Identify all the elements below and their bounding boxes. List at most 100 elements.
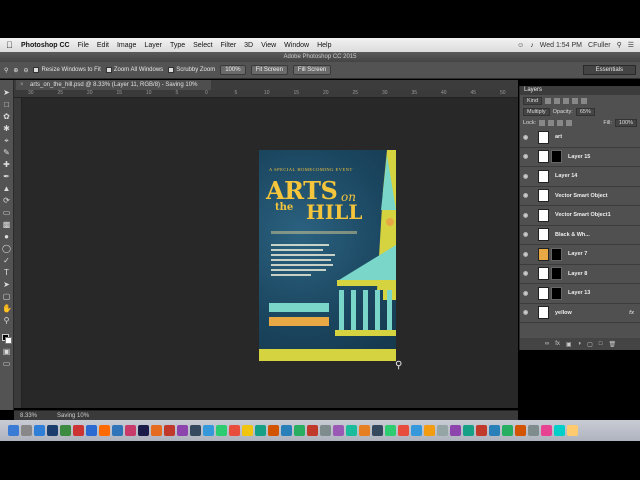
workspace-switcher[interactable]: Essentials bbox=[582, 65, 636, 75]
layer-name[interactable]: Layer 8 bbox=[568, 271, 587, 277]
layer-name[interactable]: Layer 14 bbox=[555, 173, 577, 179]
visibility-eye-icon[interactable]: ◉ bbox=[523, 134, 532, 141]
layer-name[interactable]: Vector Smart Object bbox=[555, 193, 608, 199]
lock-transparency-icon[interactable] bbox=[539, 119, 546, 126]
layer-thumbnail[interactable] bbox=[538, 208, 549, 222]
menu-image[interactable]: Image bbox=[117, 42, 136, 49]
dock-app-icon[interactable] bbox=[541, 425, 552, 436]
dock-app-icon[interactable] bbox=[242, 425, 253, 436]
apple-icon[interactable]:  bbox=[6, 40, 15, 50]
lock-pixels-icon[interactable] bbox=[548, 119, 555, 126]
dock-app-icon[interactable] bbox=[229, 425, 240, 436]
dock-app-icon[interactable] bbox=[86, 425, 97, 436]
menu-3d[interactable]: 3D bbox=[244, 42, 253, 49]
move-tool-icon[interactable]: ➤ bbox=[2, 88, 11, 97]
dock-app-icon[interactable] bbox=[60, 425, 71, 436]
layer-name[interactable]: Layer 7 bbox=[568, 251, 587, 257]
dock-app-icon[interactable] bbox=[255, 425, 266, 436]
visibility-eye-icon[interactable]: ◉ bbox=[523, 270, 532, 277]
background-color[interactable] bbox=[4, 337, 12, 344]
dock-app-icon[interactable] bbox=[99, 425, 110, 436]
search-icon[interactable]: ⚲ bbox=[617, 41, 622, 49]
dock-app-icon[interactable] bbox=[554, 425, 565, 436]
visibility-eye-icon[interactable]: ◉ bbox=[523, 309, 532, 316]
visibility-eye-icon[interactable]: ◉ bbox=[523, 153, 532, 160]
fill-input[interactable]: 100% bbox=[614, 118, 637, 127]
close-icon[interactable]: × bbox=[20, 80, 24, 90]
layer-row[interactable]: ◉ art bbox=[520, 128, 640, 148]
dock-app-icon[interactable] bbox=[476, 425, 487, 436]
healing-tool-icon[interactable]: ✚ bbox=[2, 160, 11, 169]
dock-app-icon[interactable] bbox=[424, 425, 435, 436]
dock-app-icon[interactable] bbox=[216, 425, 227, 436]
dock-app-icon[interactable] bbox=[528, 425, 539, 436]
dock-app-icon[interactable] bbox=[8, 425, 19, 436]
dock-app-icon[interactable] bbox=[411, 425, 422, 436]
zoom-level[interactable]: 8.33% bbox=[20, 413, 37, 419]
menu-file[interactable]: File bbox=[78, 42, 89, 49]
smart-filter-icon[interactable] bbox=[581, 97, 588, 104]
quick-select-tool-icon[interactable]: ✱ bbox=[2, 124, 11, 133]
marquee-tool-icon[interactable]: □ bbox=[2, 100, 11, 109]
eraser-tool-icon[interactable]: ▭ bbox=[2, 208, 11, 217]
layer-row[interactable]: ◉ Layer 15 bbox=[520, 148, 640, 167]
zoom-tool-panel-icon[interactable]: ⚲ bbox=[2, 316, 11, 325]
dock-app-icon[interactable] bbox=[437, 425, 448, 436]
layer-effects-icon[interactable]: fx bbox=[629, 310, 634, 316]
quick-mask-icon[interactable]: ▣ bbox=[2, 347, 11, 356]
dock-app-icon[interactable] bbox=[307, 425, 318, 436]
adjustment-filter-icon[interactable] bbox=[554, 97, 561, 104]
layer-name[interactable]: Layer 13 bbox=[568, 290, 590, 296]
resize-windows-checkbox[interactable]: Resize Windows to Fit bbox=[33, 67, 101, 73]
lock-position-icon[interactable] bbox=[557, 119, 564, 126]
layer-thumbnail[interactable] bbox=[538, 247, 549, 261]
fit-screen-button[interactable]: Fit Screen bbox=[250, 65, 288, 75]
color-swatches[interactable] bbox=[1, 334, 12, 344]
dock-app-icon[interactable] bbox=[203, 425, 214, 436]
app-name-menu[interactable]: Photoshop CC bbox=[21, 42, 70, 49]
dock-app-icon[interactable] bbox=[125, 425, 136, 436]
layer-row[interactable]: ◉ Layer 14 bbox=[520, 167, 640, 187]
layer-name[interactable]: yellow bbox=[555, 310, 572, 316]
layer-row[interactable]: ◉ Black & Wh... bbox=[520, 226, 640, 245]
layers-panel-title[interactable]: Layers bbox=[520, 86, 640, 95]
blend-mode-select[interactable]: Multiply bbox=[523, 107, 550, 116]
layer-mask-thumbnail[interactable] bbox=[551, 247, 562, 261]
layer-name[interactable]: Layer 15 bbox=[568, 154, 590, 160]
layer-row[interactable]: ◉ Layer 7 bbox=[520, 245, 640, 265]
dock-app-icon[interactable] bbox=[372, 425, 383, 436]
menu-window[interactable]: Window bbox=[284, 42, 309, 49]
dock-app-icon[interactable] bbox=[463, 425, 474, 436]
list-icon[interactable]: ☰ bbox=[628, 41, 634, 49]
dock-app-icon[interactable] bbox=[502, 425, 513, 436]
brush-tool-icon[interactable]: ✒ bbox=[2, 172, 11, 181]
layer-style-icon[interactable]: fx bbox=[555, 341, 560, 347]
visibility-eye-icon[interactable]: ◉ bbox=[523, 212, 532, 219]
delete-layer-icon[interactable]: 🗑 bbox=[608, 341, 616, 348]
type-filter-icon[interactable] bbox=[563, 97, 570, 104]
blur-tool-icon[interactable]: ● bbox=[2, 232, 11, 241]
visibility-eye-icon[interactable]: ◉ bbox=[523, 192, 532, 199]
layer-row[interactable]: ◉ Layer 13 bbox=[520, 284, 640, 304]
dock-app-icon[interactable] bbox=[489, 425, 500, 436]
pixel-filter-icon[interactable] bbox=[545, 97, 552, 104]
menu-edit[interactable]: Edit bbox=[97, 42, 109, 49]
link-layers-icon[interactable]: ∞ bbox=[545, 341, 549, 347]
kind-filter-select[interactable]: Kind bbox=[523, 96, 543, 105]
visibility-eye-icon[interactable]: ◉ bbox=[523, 290, 532, 297]
new-group-icon[interactable]: ▢ bbox=[587, 341, 593, 348]
scrubby-zoom-checkbox[interactable]: Scrubby Zoom bbox=[168, 67, 215, 73]
dock-app-icon[interactable] bbox=[138, 425, 149, 436]
fill-screen-button[interactable]: Fill Screen bbox=[292, 65, 332, 75]
dock-app-icon[interactable] bbox=[294, 425, 305, 436]
visibility-eye-icon[interactable]: ◉ bbox=[523, 173, 532, 180]
menu-type[interactable]: Type bbox=[170, 42, 185, 49]
shape-filter-icon[interactable] bbox=[572, 97, 579, 104]
dock-app-icon[interactable] bbox=[281, 425, 292, 436]
dock-app-icon[interactable] bbox=[112, 425, 123, 436]
visibility-eye-icon[interactable]: ◉ bbox=[523, 231, 532, 238]
path-select-tool-icon[interactable]: ➤ bbox=[2, 280, 11, 289]
layer-thumbnail[interactable] bbox=[538, 286, 549, 300]
zoom-tool-icon[interactable]: ⚲ bbox=[4, 67, 8, 74]
document-tab[interactable]: × arts_on_the_hill.psd @ 8.33% (Layer 11… bbox=[16, 80, 212, 90]
